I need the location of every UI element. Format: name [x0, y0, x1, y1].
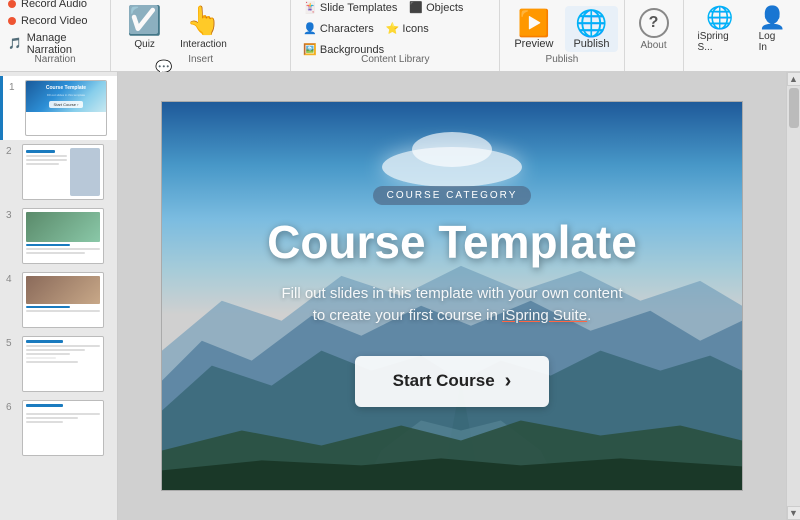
narration-section-label: Narration — [0, 54, 110, 65]
login-button[interactable]: 👤 Log In — [751, 3, 794, 55]
record-video-button[interactable]: Record Video — [8, 14, 100, 28]
slide-title: Course Template — [267, 215, 637, 269]
ispring-icon: 🌐 — [706, 7, 733, 29]
narration-section: Record Audio Record Video 🎵 Manage Narra… — [0, 0, 111, 71]
slide-subtitle: Fill out slides in this template with yo… — [282, 283, 623, 328]
about-icon: ? — [639, 8, 669, 38]
subtitle-line1: Fill out slides in this template with yo… — [282, 285, 623, 302]
content-library-section-label: Content Library — [291, 54, 499, 65]
publish-section-label: Publish — [500, 54, 623, 65]
slide-number-3: 3 — [6, 208, 18, 221]
interaction-icon: 👆 — [186, 4, 221, 37]
quiz-button[interactable]: ☑️ Quiz — [119, 0, 170, 54]
slide-item-6[interactable]: 6 — [0, 396, 117, 460]
subtitle-link: iSpring Suite — [502, 307, 587, 324]
slide-number-4: 4 — [6, 272, 18, 285]
main-area: 1 Course Template Fill out slides in thi… — [0, 72, 800, 520]
slide-item-5[interactable]: 5 — [0, 332, 117, 396]
characters-icon: 👤 — [303, 22, 317, 35]
slide-thumb-1: Course Template Fill out slides in this … — [25, 80, 107, 136]
publish-button[interactable]: 🌐 Publish — [565, 6, 617, 52]
scrollbar-right: ▲ ▼ — [786, 72, 800, 520]
slide-item-4[interactable]: 4 — [0, 268, 117, 332]
slide-item-3[interactable]: 3 — [0, 204, 117, 268]
slide-templates-button[interactable]: 🃏 Slide Templates — [299, 0, 401, 16]
subtitle-line2: to create your first course in — [313, 307, 498, 324]
category-badge: COURSE CATEGORY — [373, 186, 532, 205]
manage-narration-icon: 🎵 — [8, 37, 22, 50]
preview-publish-section: ▶️ Preview 🌐 Publish Publish — [500, 0, 624, 71]
icons-button[interactable]: ⭐ Icons — [382, 20, 433, 37]
slide-thumb-3 — [22, 208, 104, 264]
publish-icon: 🌐 — [575, 10, 607, 36]
slide-item-2[interactable]: 2 — [0, 140, 117, 204]
slide-thumb-2 — [22, 144, 104, 200]
slide-thumb-6 — [22, 400, 104, 456]
slide-templates-icon: 🃏 — [303, 1, 317, 14]
record-audio-button[interactable]: Record Audio — [8, 0, 100, 11]
ispring-suite-button[interactable]: 🌐 iSpring S... — [690, 3, 751, 55]
preview-button[interactable]: ▶️ Preview — [506, 6, 561, 52]
icons-icon: ⭐ — [386, 22, 400, 35]
slide-canvas: COURSE CATEGORY Course Template Fill out… — [161, 101, 743, 491]
characters-button[interactable]: 👤 Characters — [299, 20, 378, 37]
canvas-area: COURSE CATEGORY Course Template Fill out… — [118, 72, 786, 520]
start-course-button[interactable]: Start Course › — [355, 356, 550, 407]
preview-icon: ▶️ — [518, 10, 550, 36]
about-label: About — [640, 40, 666, 51]
manage-narration-button[interactable]: 🎵 Manage Narration — [8, 31, 100, 57]
slide-number-1: 1 — [9, 80, 21, 93]
scroll-down-arrow[interactable]: ▼ — [787, 506, 800, 520]
slide-number-6: 6 — [6, 400, 18, 413]
start-course-arrow: › — [505, 370, 512, 393]
start-course-label: Start Course — [393, 371, 495, 391]
login-section: 🌐 iSpring S... 👤 Log In — [684, 0, 800, 71]
slide-number-5: 5 — [6, 336, 18, 349]
scroll-up-arrow[interactable]: ▲ — [787, 72, 800, 86]
login-icon: 👤 — [759, 7, 786, 29]
insert-section-label: Insert — [111, 54, 290, 65]
about-button[interactable]: ? About — [631, 4, 677, 53]
insert-section: ☑️ Quiz 👆 Interaction 💬 Dialog Simulatio… — [111, 0, 291, 71]
slide-thumb-4 — [22, 272, 104, 328]
about-section: ? About — [625, 0, 684, 71]
scroll-track — [787, 86, 800, 506]
objects-button[interactable]: ⬛ Objects — [405, 0, 467, 16]
slide-item-1[interactable]: 1 Course Template Fill out slides in thi… — [0, 76, 117, 140]
content-library-section: 🃏 Slide Templates ⬛ Objects 👤 Characters… — [291, 0, 500, 71]
slide-thumb-5 — [22, 336, 104, 392]
slide-number-2: 2 — [6, 144, 18, 157]
quiz-icon: ☑️ — [127, 4, 162, 37]
interaction-button[interactable]: 👆 Interaction — [172, 0, 235, 54]
slide-content: COURSE CATEGORY Course Template Fill out… — [162, 102, 742, 490]
objects-icon: ⬛ — [409, 1, 423, 14]
record-audio-icon — [8, 0, 16, 8]
subtitle-end: . — [587, 307, 591, 324]
slide-panel: 1 Course Template Fill out slides in thi… — [0, 72, 118, 520]
scroll-thumb[interactable] — [789, 88, 799, 128]
record-video-icon — [8, 17, 16, 25]
toolbar: Record Audio Record Video 🎵 Manage Narra… — [0, 0, 800, 72]
